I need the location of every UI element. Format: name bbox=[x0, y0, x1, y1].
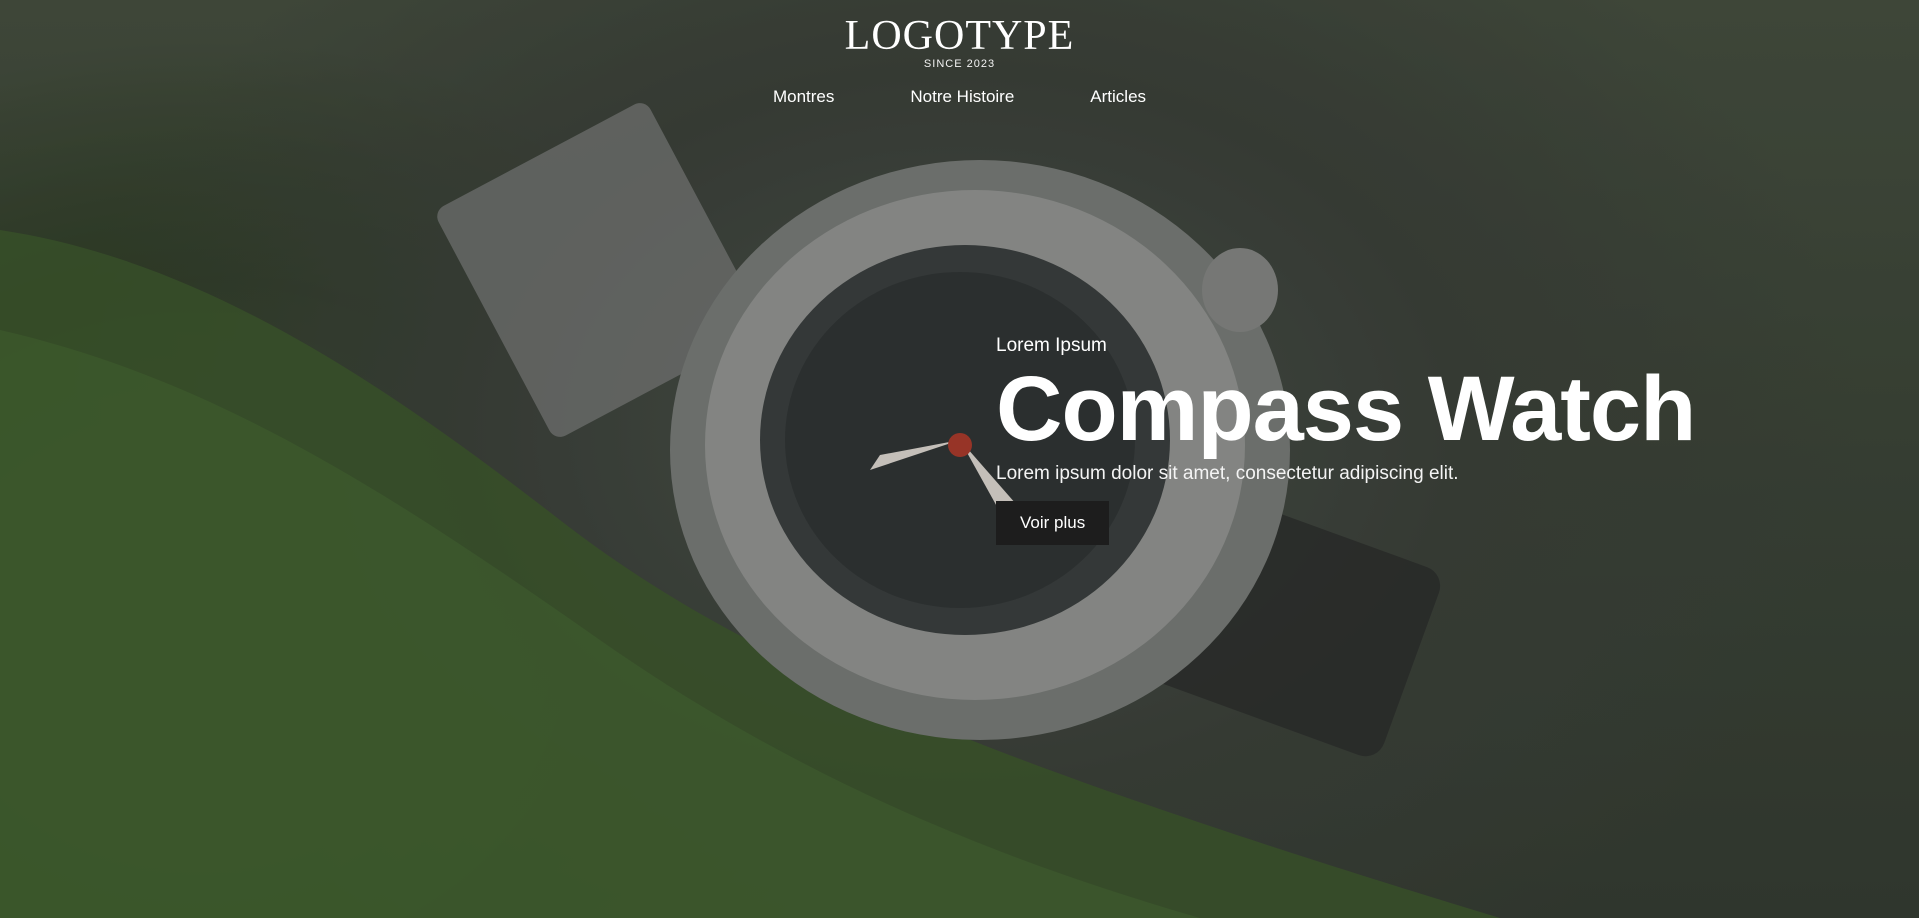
logo-since-label: SINCE 2023 bbox=[923, 58, 996, 70]
logo-wordmark: LOGOTYPE bbox=[844, 13, 1075, 59]
nav-item-notre-histoire[interactable]: Notre Histoire bbox=[872, 87, 1052, 107]
nav-item-montres[interactable]: Montres bbox=[735, 87, 872, 107]
hero-subtitle: Lorem ipsum dolor sit amet, consectetur … bbox=[996, 463, 1459, 484]
nav-item-articles[interactable]: Articles bbox=[1052, 87, 1184, 107]
hero-eyebrow: Lorem Ipsum bbox=[996, 335, 1107, 356]
site-logo[interactable]: LOGOTYPE SINCE 2023 bbox=[0, 14, 1919, 70]
hero-content: Lorem Ipsum Compass Watch Lorem ipsum do… bbox=[996, 335, 1696, 545]
hero-section: LOGOTYPE SINCE 2023 Montres Notre Histoi… bbox=[0, 0, 1919, 918]
main-nav: Montres Notre Histoire Articles bbox=[0, 87, 1919, 107]
voir-plus-button[interactable]: Voir plus bbox=[996, 501, 1110, 545]
hero-title: Compass Watch bbox=[996, 358, 1696, 460]
